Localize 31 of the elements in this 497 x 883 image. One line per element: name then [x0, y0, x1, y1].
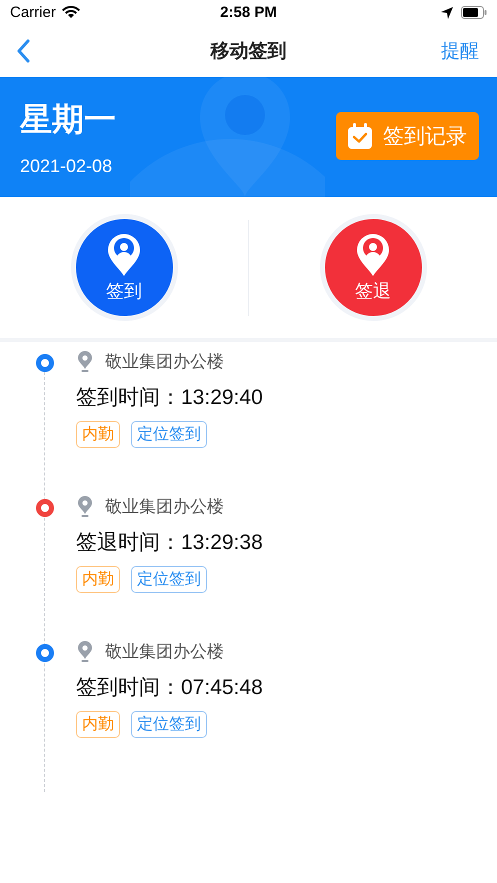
page-title: 移动签到: [210, 40, 286, 64]
attendance-type-tag: 内勤: [76, 421, 120, 448]
location-arrow-icon: [441, 6, 453, 18]
record-time: 签到时间：07:45:48: [76, 675, 263, 701]
date-label: 2021-02-08: [20, 156, 114, 176]
pin-person-icon: [107, 232, 141, 276]
wifi-icon: [62, 6, 80, 19]
place-name: 敬业集团办公楼: [105, 351, 224, 373]
status-time: 2:58 PM: [220, 4, 277, 21]
pin-person-icon: [356, 232, 390, 276]
place-name: 敬业集团办公楼: [105, 641, 224, 663]
record-time: 签到时间：13:29:40: [76, 385, 263, 411]
location-pin-icon: [78, 641, 92, 662]
location-pin-icon: [78, 351, 92, 372]
check-method-tag: 定位签到: [131, 711, 207, 738]
place-name: 敬业集团办公楼: [105, 496, 224, 518]
calendar-check-icon: [348, 122, 372, 148]
attendance-type-tag: 内勤: [76, 711, 120, 738]
remind-link[interactable]: 提醒: [441, 38, 479, 64]
check-method-tag: 定位签到: [131, 566, 207, 593]
check-out-button[interactable]: 签退: [320, 214, 426, 321]
location-pin-icon: [78, 496, 92, 517]
records-button[interactable]: 签到记录: [336, 112, 479, 160]
battery-icon: [461, 6, 487, 19]
check-method-tag: 定位签到: [131, 421, 207, 448]
record-time: 签退时间：13:29:38: [76, 530, 263, 556]
back-icon[interactable]: [16, 39, 30, 63]
weekday-label: 星期一: [20, 100, 116, 138]
check-in-button[interactable]: 签到: [70, 214, 178, 321]
carrier-name: Carrier: [10, 4, 56, 21]
attendance-type-tag: 内勤: [76, 566, 120, 593]
